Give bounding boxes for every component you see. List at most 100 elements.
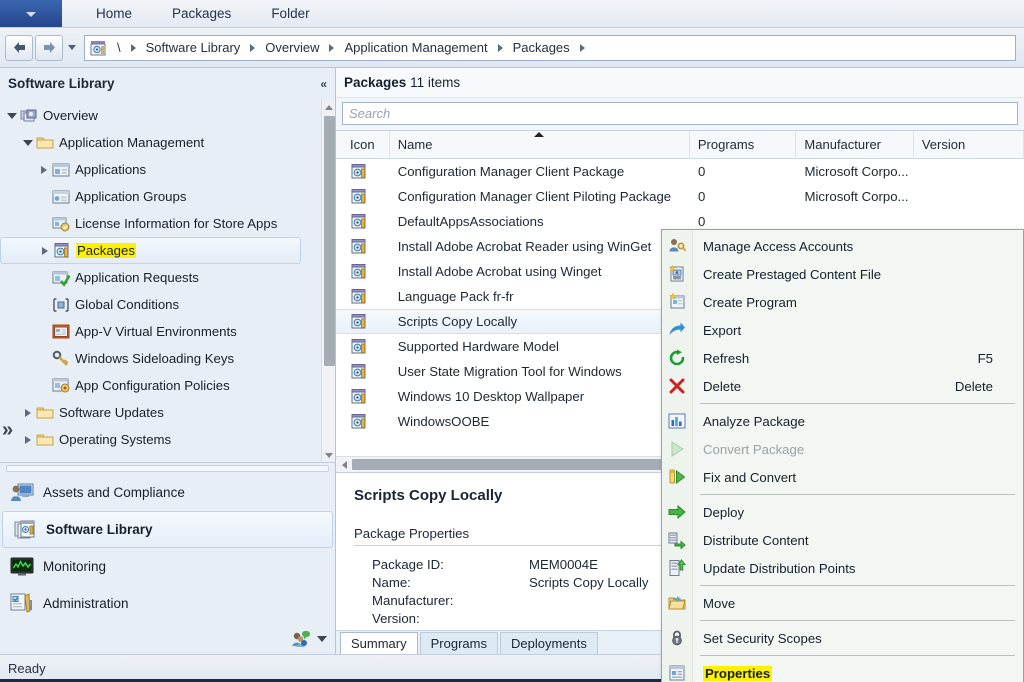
breadcrumb-item-application-management[interactable]: Application Management	[339, 38, 492, 57]
column-header-version[interactable]: Version	[914, 131, 1024, 159]
ribbon-tab-folder[interactable]: Folder	[251, 0, 329, 28]
sidebar-title: Software Library	[8, 76, 115, 91]
history-dropdown-button[interactable]	[64, 35, 80, 61]
sidebar-tree-item-global-conditions[interactable]: Global Conditions	[0, 291, 321, 318]
ribbon-tab-home[interactable]: Home	[76, 0, 152, 28]
triangle-icon	[7, 112, 17, 119]
chevron-down-icon	[324, 452, 333, 458]
context-menu-item-manage-access-accounts[interactable]: Manage Access Accounts	[662, 232, 1023, 260]
context-menu: Manage Access Accounts Create Prestaged C…	[661, 229, 1024, 682]
context-menu-item-set-security-scopes[interactable]: Set Security Scopes	[662, 624, 1023, 652]
row-name-cell: Windows 10 Desktop Wallpaper	[397, 389, 585, 404]
chevron-down-icon[interactable]	[317, 636, 327, 642]
sidebar-tree-item-label: Software Updates	[59, 405, 164, 420]
forward-button[interactable]	[35, 34, 63, 61]
overview-icon	[20, 107, 38, 125]
triangle-icon	[25, 408, 31, 417]
context-menu-item-delete[interactable]: Delete Delete	[662, 372, 1023, 400]
chevron-right-icon[interactable]	[329, 43, 335, 52]
context-menu-item-export[interactable]: Export	[662, 316, 1023, 344]
sidebar-tree-item-application-groups[interactable]: Application Groups	[0, 183, 321, 210]
scrollbar-thumb[interactable]	[324, 116, 335, 366]
properties-icon	[662, 659, 692, 682]
sidebar-tree-item-app-v-virtual-environments[interactable]: App-V Virtual Environments	[0, 318, 321, 345]
collapse-triangle-icon[interactable]	[20, 135, 36, 151]
sidebar-tree-item-label: Packages	[76, 243, 136, 258]
sidebar-tree-container: Overview Application Management Applicatio…	[0, 100, 335, 462]
sidebar-tree-item-operating-systems[interactable]: Operating Systems	[0, 426, 321, 453]
chevrons-right-icon[interactable]: »	[2, 420, 13, 440]
chevron-right-icon[interactable]	[497, 43, 503, 52]
context-menu-item-shortcut: F5	[977, 350, 993, 366]
chevron-right-icon[interactable]	[130, 43, 136, 52]
context-menu-item-update-distribution-points[interactable]: Update Distribution Points	[662, 554, 1023, 582]
application-menu-button[interactable]	[0, 0, 62, 27]
chevron-right-icon[interactable]	[579, 43, 585, 52]
sidebar-tree-item-app-configuration-policies[interactable]: App Configuration Policies	[0, 372, 321, 399]
workspace-item-assets-and-compliance[interactable]: Assets and Compliance	[0, 474, 335, 511]
column-header-manufacturer[interactable]: Manufacturer	[796, 131, 914, 159]
page-title: Packages	[344, 75, 407, 90]
sidebar-tree-item-applications[interactable]: Applications	[0, 156, 321, 183]
app-requests-icon	[52, 269, 71, 287]
collapse-triangle-icon[interactable]	[4, 108, 20, 124]
collapse-sidebar-button[interactable]: «	[320, 68, 335, 100]
context-menu-item-deploy[interactable]: Deploy	[662, 498, 1023, 526]
sidebar-tree-item-application-requests[interactable]: Application Requests	[0, 264, 321, 291]
scroll-left-button[interactable]	[336, 457, 352, 472]
workspace-item-label: Administration	[43, 596, 129, 611]
column-header-name[interactable]: Name	[390, 131, 690, 159]
sidebar-tree-item-application-management[interactable]: Application Management	[0, 129, 321, 156]
scroll-up-button[interactable]	[322, 100, 335, 114]
context-menu-item-refresh[interactable]: Refresh F5	[662, 344, 1023, 372]
sidebar-tree-item-overview[interactable]: Overview	[0, 102, 321, 129]
context-menu-item-label: Create Program	[703, 294, 797, 310]
breadcrumb-root[interactable]: \	[112, 38, 126, 57]
back-arrow-icon	[11, 40, 28, 55]
context-menu-item-fix-and-convert[interactable]: Fix and Convert	[662, 463, 1023, 491]
workspace-item-software-library[interactable]: Software Library	[2, 511, 333, 548]
context-menu-item-distribute-content[interactable]: Distribute Content	[662, 526, 1023, 554]
breadcrumb-item-software-library[interactable]: Software Library	[141, 38, 246, 57]
context-menu-item-create-prestaged-content-file[interactable]: Create Prestaged Content File	[662, 260, 1023, 288]
expander-placeholder	[36, 297, 52, 313]
expand-triangle-icon[interactable]	[20, 405, 36, 421]
context-menu-item-create-program[interactable]: Create Program	[662, 288, 1023, 316]
sidebar-tree-item-windows-sideloading-keys[interactable]: Windows Sideloading Keys	[0, 345, 321, 372]
column-header-icon[interactable]: Icon	[336, 131, 390, 159]
tab-deployments[interactable]: Deployments	[499, 632, 598, 654]
sidebar-tree-item-packages[interactable]: Packages	[0, 237, 301, 264]
license-icon	[52, 215, 70, 233]
expand-triangle-icon[interactable]	[36, 162, 52, 178]
context-menu-item-analyze-package[interactable]: Analyze Package	[662, 407, 1023, 435]
breadcrumb-item-packages[interactable]: Packages	[508, 38, 575, 57]
workspace-item-administration[interactable]: Administration	[0, 585, 335, 622]
tab-summary[interactable]: Summary	[340, 632, 418, 654]
row-name-cell: Configuration Manager Client Piloting Pa…	[397, 189, 672, 204]
column-header-programs[interactable]: Programs	[690, 131, 797, 159]
breadcrumb-item-overview[interactable]: Overview	[260, 38, 324, 57]
sidebar-tree-item-license-information-for-store-apps[interactable]: License Information for Store Apps	[0, 210, 321, 237]
expand-triangle-icon[interactable]	[37, 243, 53, 259]
search-input[interactable]: Search	[342, 102, 1018, 125]
scrollbar-track[interactable]	[6, 465, 329, 472]
table-row[interactable]: Configuration Manager Client Package 0 Mic…	[336, 159, 1024, 184]
breadcrumb[interactable]: \ Software Library Overview Application …	[84, 34, 1016, 61]
chevron-right-icon[interactable]	[250, 43, 256, 52]
table-row[interactable]: Configuration Manager Client Piloting Pa…	[336, 184, 1024, 209]
context-menu-item-properties[interactable]: Properties	[662, 659, 1023, 682]
tab-programs[interactable]: Programs	[419, 632, 498, 654]
sidebar-tree-item-software-updates[interactable]: Software Updates	[0, 399, 321, 426]
administration-icon	[10, 592, 34, 616]
expand-triangle-icon[interactable]	[20, 432, 36, 448]
sidebar-scrollbar[interactable]	[321, 100, 335, 462]
configuration-manager-console: Home Packages Folder \ Software Library …	[0, 0, 1024, 682]
sidebar-horizontal-scrollbar[interactable]	[0, 462, 335, 474]
ribbon-tab-packages[interactable]: Packages	[152, 0, 251, 28]
workspace-item-monitoring[interactable]: Monitoring	[0, 548, 335, 585]
fix-and-convert-icon	[662, 463, 692, 491]
users-icon[interactable]	[291, 630, 311, 648]
back-button[interactable]	[5, 34, 33, 61]
scroll-down-button[interactable]	[322, 448, 335, 462]
context-menu-item-move[interactable]: Move	[662, 589, 1023, 617]
